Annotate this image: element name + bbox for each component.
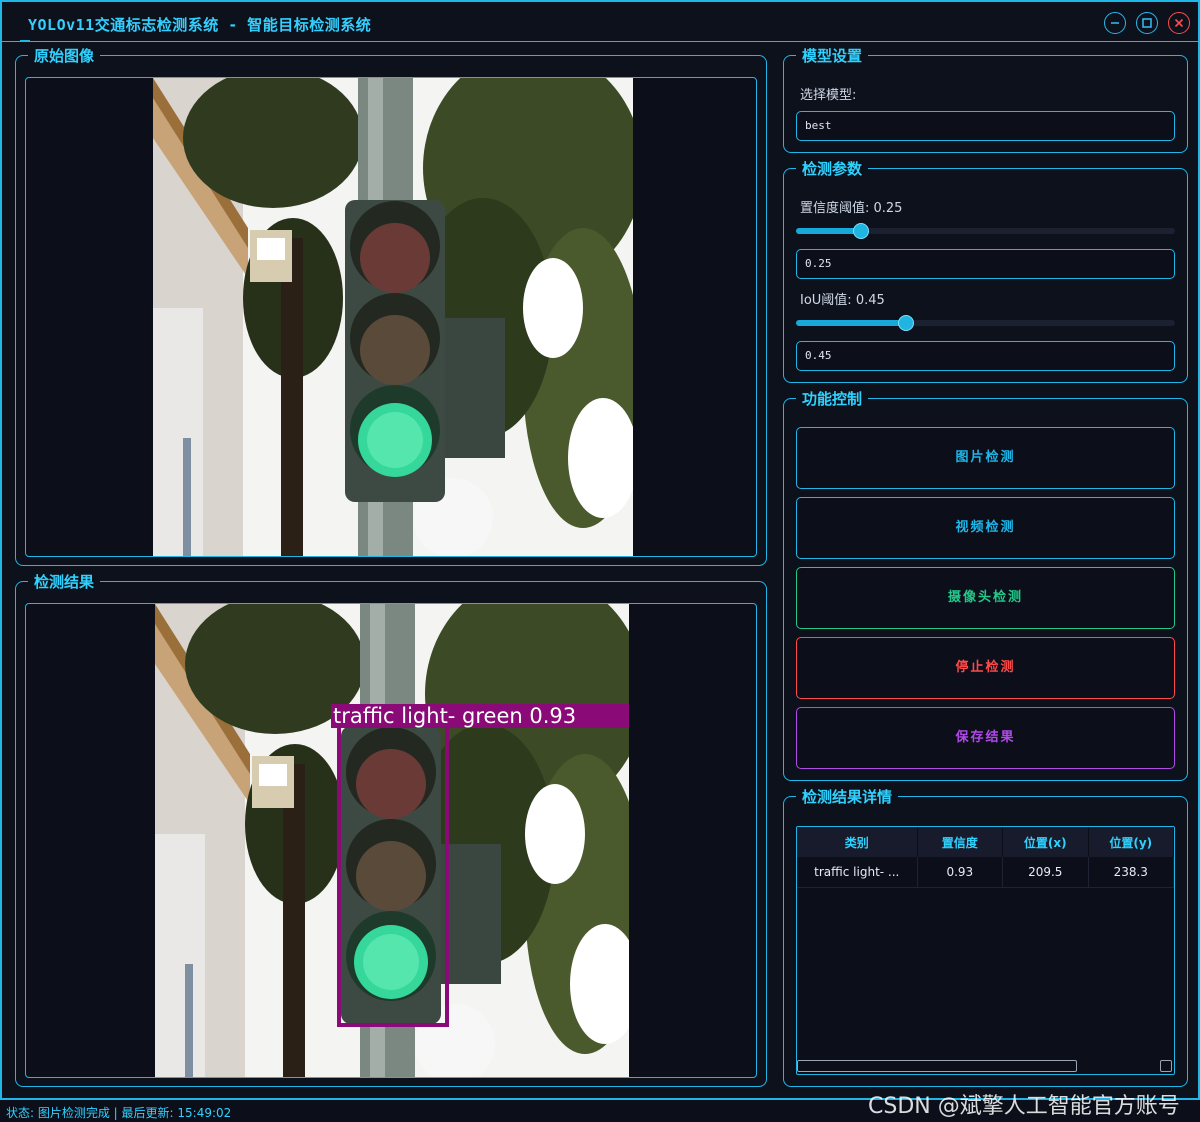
traffic-light-photo xyxy=(153,78,633,556)
save-result-button[interactable]: 保存结果 xyxy=(796,707,1175,769)
iou-slider[interactable] xyxy=(796,315,1175,331)
cell-y: 238.3 xyxy=(1088,857,1174,888)
minimize-button[interactable] xyxy=(1104,12,1126,34)
minimize-icon xyxy=(1111,22,1119,24)
stop-detect-button[interactable]: 停止检测 xyxy=(796,637,1175,699)
horizontal-scrollbar[interactable] xyxy=(797,1060,1077,1072)
model-select[interactable]: best xyxy=(796,111,1175,141)
iou-input[interactable]: 0.45 xyxy=(796,341,1175,371)
app-window: YOLOv11交通标志检测系统 - 智能目标检测系统 原始图像 检测结果 tra… xyxy=(0,0,1200,1100)
confidence-input[interactable]: 0.25 xyxy=(796,249,1175,279)
confidence-slider-handle[interactable] xyxy=(853,223,869,239)
iou-slider-fill xyxy=(796,320,906,326)
controls-title: 功能控制 xyxy=(796,389,869,409)
cell-confidence: 0.93 xyxy=(917,857,1004,888)
detection-label: traffic light- green 0.93 xyxy=(333,704,576,728)
results-table[interactable]: 类别 置信度 位置(x) 位置(y) traffic light- ... 0.… xyxy=(796,826,1175,1075)
close-icon xyxy=(1174,18,1184,28)
image-detect-button[interactable]: 图片检测 xyxy=(796,427,1175,489)
original-image xyxy=(153,78,633,556)
original-image-frame xyxy=(25,77,757,557)
close-button[interactable] xyxy=(1168,12,1190,34)
cell-x: 209.5 xyxy=(1002,857,1089,888)
column-header-class[interactable]: 类别 xyxy=(797,827,918,857)
detect-params-title: 检测参数 xyxy=(796,159,869,179)
confidence-slider[interactable] xyxy=(796,223,1175,239)
maximize-icon xyxy=(1142,18,1152,28)
title-accent xyxy=(20,40,30,42)
video-detect-button[interactable]: 视频检测 xyxy=(796,497,1175,559)
result-image: traffic light- green 0.93 xyxy=(155,604,629,1077)
column-header-confidence[interactable]: 置信度 xyxy=(917,827,1004,857)
original-image-title: 原始图像 xyxy=(28,46,101,66)
model-settings-title: 模型设置 xyxy=(796,46,869,66)
column-header-y[interactable]: 位置(y) xyxy=(1088,827,1174,857)
title-bar[interactable]: YOLOv11交通标志检测系统 - 智能目标检测系统 xyxy=(2,2,1198,42)
confidence-slider-fill xyxy=(796,228,861,234)
confidence-label: 置信度阈值: 0.25 xyxy=(800,201,903,216)
window-title: YOLOv11交通标志检测系统 - 智能目标检测系统 xyxy=(28,16,372,34)
table-header-row: 类别 置信度 位置(x) 位置(y) xyxy=(797,827,1174,857)
scrollbar-corner xyxy=(1160,1060,1172,1072)
maximize-button[interactable] xyxy=(1136,12,1158,34)
table-row[interactable]: traffic light- ... 0.93 209.5 238.3 xyxy=(797,857,1174,888)
traffic-light-photo-detected: traffic light- green 0.93 xyxy=(155,604,629,1077)
results-title: 检测结果详情 xyxy=(796,787,899,807)
model-select-label: 选择模型: xyxy=(800,88,857,103)
cell-class: traffic light- ... xyxy=(797,857,918,888)
result-image-title: 检测结果 xyxy=(28,572,101,592)
camera-detect-button[interactable]: 摄像头检测 xyxy=(796,567,1175,629)
watermark: CSDN @斌擎人工智能官方账号 xyxy=(868,1094,1180,1119)
column-header-x[interactable]: 位置(x) xyxy=(1002,827,1089,857)
iou-slider-handle[interactable] xyxy=(898,315,914,331)
result-image-frame: traffic light- green 0.93 xyxy=(25,603,757,1078)
iou-label: IoU阈值: 0.45 xyxy=(800,293,885,308)
status-bar: 状态: 图片检测完成 | 最后更新: 15:49:02 xyxy=(6,1106,232,1120)
